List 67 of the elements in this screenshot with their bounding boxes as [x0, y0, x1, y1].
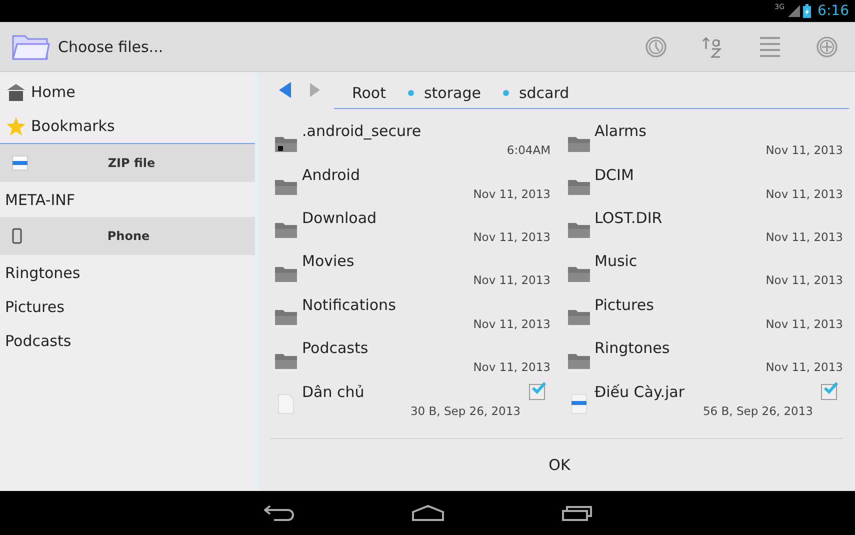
file-date: Nov 11, 2013 — [473, 316, 550, 331]
file-date: Nov 11, 2013 — [473, 186, 550, 201]
ok-button[interactable]: OK — [528, 448, 590, 482]
checkbox[interactable] — [528, 384, 544, 400]
folder-item[interactable]: Pictures — [0, 290, 255, 324]
file-entry[interactable]: .android_secure 6:04AM — [270, 118, 550, 162]
file-date: Nov 11, 2013 — [766, 143, 843, 158]
file-date: Nov 11, 2013 — [473, 273, 550, 288]
screen-title: Choose files... — [58, 38, 164, 56]
signal-icon — [788, 5, 800, 17]
file-name: Podcasts — [302, 339, 368, 358]
phone-icon — [12, 228, 22, 244]
file-date: 6:04AM — [506, 143, 550, 158]
archive-icon — [570, 394, 586, 414]
folder-item[interactable]: META-INF — [0, 183, 255, 217]
breadcrumb-item[interactable]: sdcard — [518, 84, 570, 102]
file-entry[interactable]: Alarms Nov 11, 2013 — [562, 118, 843, 162]
file-date: Nov 11, 2013 — [473, 360, 550, 374]
breadcrumb-item[interactable]: Root — [352, 84, 386, 102]
battery-icon — [802, 4, 811, 18]
folder-item[interactable]: Ringtones — [0, 256, 255, 290]
file-date: Nov 11, 2013 — [766, 273, 843, 288]
file-name: Download — [302, 208, 377, 227]
file-name: Pictures — [594, 296, 654, 314]
file-date: 30 B, Sep 26, 2013 — [410, 404, 520, 418]
file-entry[interactable]: LOST.DIR Nov 11, 2013 — [562, 204, 843, 248]
file-name: Ringtones — [594, 339, 670, 358]
folder-item[interactable]: Podcasts — [0, 324, 255, 358]
star-icon — [6, 116, 26, 136]
phone-section-header[interactable]: Phone — [0, 217, 255, 255]
file-name: Notifications — [302, 296, 396, 314]
file-name: LOST.DIR — [594, 208, 662, 227]
file-entry[interactable]: Dân chủ 30 B, Sep 26, 2013 — [270, 378, 550, 422]
file-date: Nov 11, 2013 — [766, 316, 843, 331]
file-entry[interactable]: DCIM Nov 11, 2013 — [562, 161, 843, 205]
file-entry[interactable]: Notifications Nov 11, 2013 — [270, 292, 550, 335]
file-date: Nov 11, 2013 — [766, 360, 843, 374]
breadcrumb-item[interactable]: storage — [424, 84, 481, 102]
file-entry[interactable]: Music Nov 11, 2013 — [562, 248, 843, 292]
file-entry[interactable]: Ringtones Nov 11, 2013 — [562, 334, 843, 378]
file-entry[interactable]: Pictures Nov 11, 2013 — [562, 292, 843, 335]
file-date: Nov 11, 2013 — [766, 186, 843, 201]
clock: 6:16 — [818, 3, 849, 19]
file-name: Movies — [302, 252, 354, 270]
file-entry[interactable]: Android Nov 11, 2013 — [270, 161, 550, 205]
file-name: .android_secure — [302, 122, 422, 140]
file-name: Dân chủ — [302, 382, 364, 401]
home-item[interactable]: Home — [0, 75, 255, 109]
house-icon — [6, 83, 26, 101]
file-name: Điếu Cày.jar — [594, 382, 684, 401]
zip-section-header[interactable]: ZIP file — [0, 144, 255, 182]
file-name: Music — [594, 252, 638, 270]
file-entry[interactable]: Podcasts Nov 11, 2013 — [270, 334, 550, 378]
file-name: Android — [302, 166, 360, 184]
file-name: Alarms — [594, 122, 646, 140]
file-date: Nov 11, 2013 — [473, 230, 550, 244]
file-entry[interactable]: Download Nov 11, 2013 — [270, 204, 550, 248]
file-date: 56 B, Sep 26, 2013 — [702, 404, 813, 418]
checkbox[interactable] — [821, 384, 837, 400]
file-entry[interactable]: Movies Nov 11, 2013 — [270, 248, 550, 292]
folder-icon[interactable] — [12, 32, 50, 60]
separator-dot-icon — [408, 90, 414, 96]
archive-icon — [12, 155, 28, 171]
file-entry[interactable]: Điếu Cày.jar 56 B, Sep 26, 2013 — [562, 378, 843, 422]
file-date: Nov 11, 2013 — [766, 230, 843, 244]
file-name: DCIM — [594, 166, 634, 184]
separator-dot-icon — [502, 90, 509, 96]
